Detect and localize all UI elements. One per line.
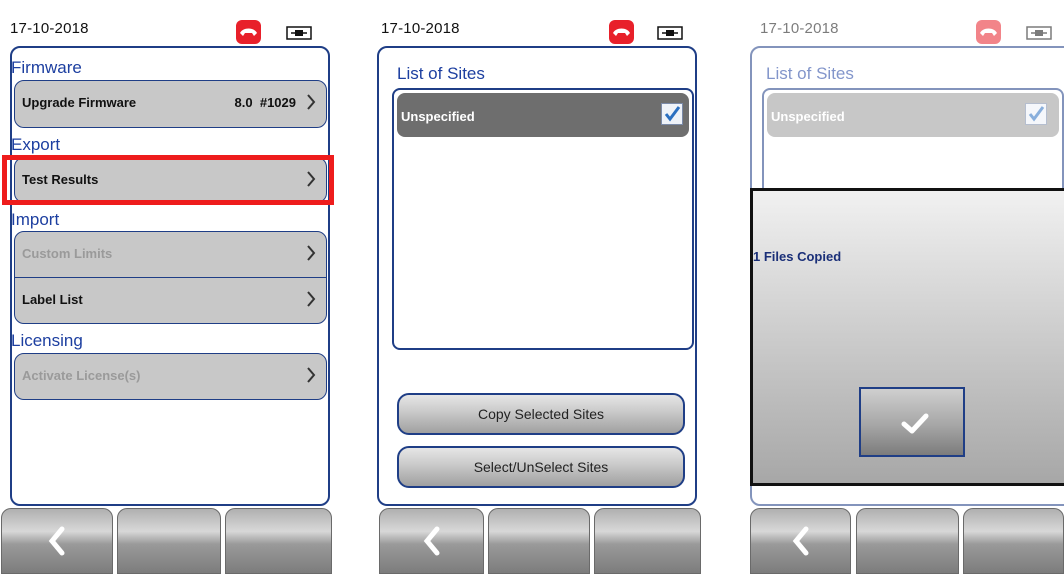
upgrade-firmware-label: Upgrade Firmware bbox=[22, 95, 137, 110]
select-unselect-sites-button[interactable]: Select/UnSelect Sites bbox=[397, 446, 685, 488]
chevron-right-icon bbox=[306, 366, 316, 387]
bottom-nav bbox=[0, 508, 334, 574]
date-label: 17-10-2018 bbox=[381, 20, 460, 37]
nav-button-2[interactable] bbox=[488, 508, 590, 574]
custom-limits-row[interactable]: Custom Limits bbox=[14, 231, 327, 278]
screen-list-of-sites: 17-10-2018 List of Sites Unspecified Cop… bbox=[367, 0, 701, 574]
screen-settings: 17-10-2018 Firmware Upgrade Firmware 8.0… bbox=[0, 0, 334, 574]
label-list-label: Label List bbox=[22, 292, 83, 307]
list-item[interactable]: Unspecified bbox=[397, 93, 689, 137]
sites-list: Unspecified bbox=[392, 88, 694, 350]
status-bar: 17-10-2018 bbox=[0, 0, 334, 46]
custom-limits-label: Custom Limits bbox=[22, 246, 113, 261]
label-list-row[interactable]: Label List bbox=[14, 277, 327, 324]
site-label: Unspecified bbox=[401, 109, 475, 124]
checkbox-checked-icon[interactable] bbox=[661, 103, 683, 125]
upgrade-firmware-row[interactable]: Upgrade Firmware 8.0 #1029 bbox=[14, 80, 327, 128]
section-export: Export bbox=[11, 135, 61, 154]
copy-selected-sites-button[interactable]: Copy Selected Sites bbox=[397, 393, 685, 435]
power-plug-icon bbox=[286, 25, 312, 41]
chevron-right-icon bbox=[306, 93, 316, 114]
power-plug-icon bbox=[657, 25, 683, 41]
nav-button-3[interactable] bbox=[594, 508, 701, 574]
page-title: List of Sites bbox=[397, 64, 485, 83]
section-import: Import bbox=[11, 210, 60, 229]
list-item[interactable]: Unspecified bbox=[767, 93, 1059, 137]
section-licensing: Licensing bbox=[11, 331, 83, 350]
bottom-nav bbox=[750, 508, 1064, 574]
files-copied-dialog: 1 Files Copied bbox=[750, 188, 1064, 486]
chevron-right-icon bbox=[306, 290, 316, 311]
phone-hangup-icon[interactable] bbox=[236, 20, 261, 44]
checkbox-checked-icon[interactable] bbox=[1025, 103, 1047, 125]
back-button[interactable] bbox=[379, 508, 484, 574]
power-plug-icon bbox=[1026, 25, 1052, 41]
chevron-right-icon bbox=[306, 244, 316, 265]
date-label: 17-10-2018 bbox=[760, 20, 839, 37]
activate-license-label: Activate License(s) bbox=[22, 368, 141, 383]
status-bar: 17-10-2018 bbox=[750, 0, 1064, 46]
activate-license-row[interactable]: Activate License(s) bbox=[14, 353, 327, 400]
nav-button-2[interactable] bbox=[117, 508, 221, 574]
page-title: List of Sites bbox=[766, 64, 854, 83]
nav-button-2[interactable] bbox=[856, 508, 959, 574]
ok-button[interactable] bbox=[859, 387, 965, 457]
site-label: Unspecified bbox=[771, 109, 845, 124]
bottom-nav bbox=[367, 508, 701, 574]
highlight-box bbox=[2, 155, 334, 205]
phone-hangup-icon[interactable] bbox=[976, 20, 1001, 44]
phone-hangup-icon[interactable] bbox=[609, 20, 634, 44]
screen-files-copied: 17-10-2018 List of Sites Unspecified 1 F… bbox=[750, 0, 1064, 574]
back-button[interactable] bbox=[1, 508, 113, 574]
dialog-message: 1 Files Copied bbox=[753, 249, 842, 264]
back-button[interactable] bbox=[750, 508, 851, 574]
date-label: 17-10-2018 bbox=[10, 20, 89, 37]
nav-button-3[interactable] bbox=[963, 508, 1064, 574]
firmware-version: 8.0 #1029 bbox=[234, 95, 296, 110]
nav-button-3[interactable] bbox=[225, 508, 332, 574]
status-bar: 17-10-2018 bbox=[367, 0, 701, 46]
section-firmware: Firmware bbox=[11, 58, 82, 77]
